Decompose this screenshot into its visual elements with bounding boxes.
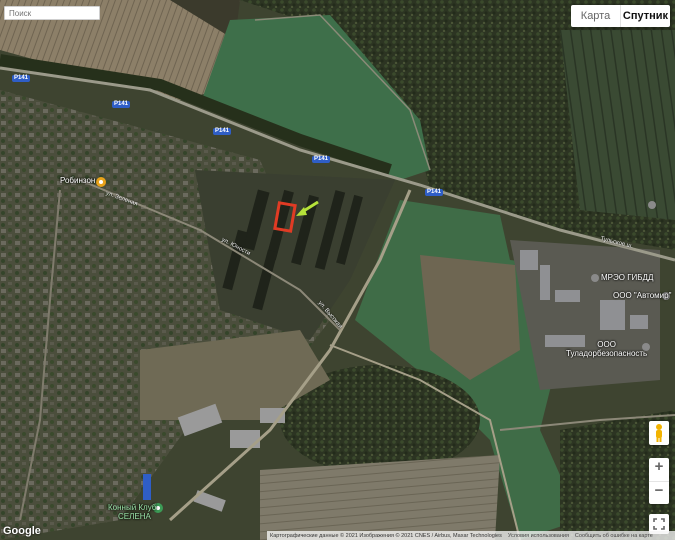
place-label-konny-2[interactable]: СЕЛЕНА: [118, 512, 151, 521]
zoom-control: + −: [649, 458, 669, 504]
street-view-pegman-icon[interactable]: [649, 421, 669, 445]
zoom-in-button[interactable]: +: [649, 458, 669, 482]
place-label-konny-1[interactable]: Конный Клуб: [108, 503, 156, 512]
google-logo[interactable]: Google: [3, 525, 41, 537]
highway-shield-p141: P141: [213, 128, 232, 135]
place-label-mreo[interactable]: МРЭО ГИБДД: [601, 273, 653, 282]
zoom-out-button[interactable]: −: [649, 482, 669, 505]
map-type-map-button[interactable]: Карта: [571, 5, 621, 27]
map-type-control: Карта Спутник: [571, 5, 670, 27]
highway-shield-p141: P141: [112, 101, 131, 108]
terms-link[interactable]: Условия использования: [505, 533, 572, 539]
place-label-robinzon[interactable]: Робинзон: [60, 176, 95, 185]
highway-shield-p141: P141: [12, 75, 31, 82]
search-input[interactable]: [4, 6, 100, 20]
highway-shield-p141: P141: [425, 189, 444, 196]
pin-mreo-icon[interactable]: [591, 274, 599, 282]
attribution-text: Картографические данные © 2021 Изображен…: [270, 532, 502, 539]
place-label-tula[interactable]: ООО Туладорбезопасность: [566, 340, 647, 358]
report-error-link[interactable]: Сообщить об ошибке на карте: [572, 533, 656, 539]
map-footer: Картографические данные © 2021 Изображен…: [267, 531, 675, 540]
satellite-map[interactable]: [0, 0, 675, 540]
highway-shield-p141: P141: [312, 156, 331, 163]
place-label-avtomir[interactable]: ООО "Автомир": [613, 291, 671, 300]
gas-station-icon[interactable]: [648, 201, 656, 209]
map-type-satellite-button[interactable]: Спутник: [621, 5, 670, 27]
pin-robinzon-icon[interactable]: [96, 177, 106, 187]
